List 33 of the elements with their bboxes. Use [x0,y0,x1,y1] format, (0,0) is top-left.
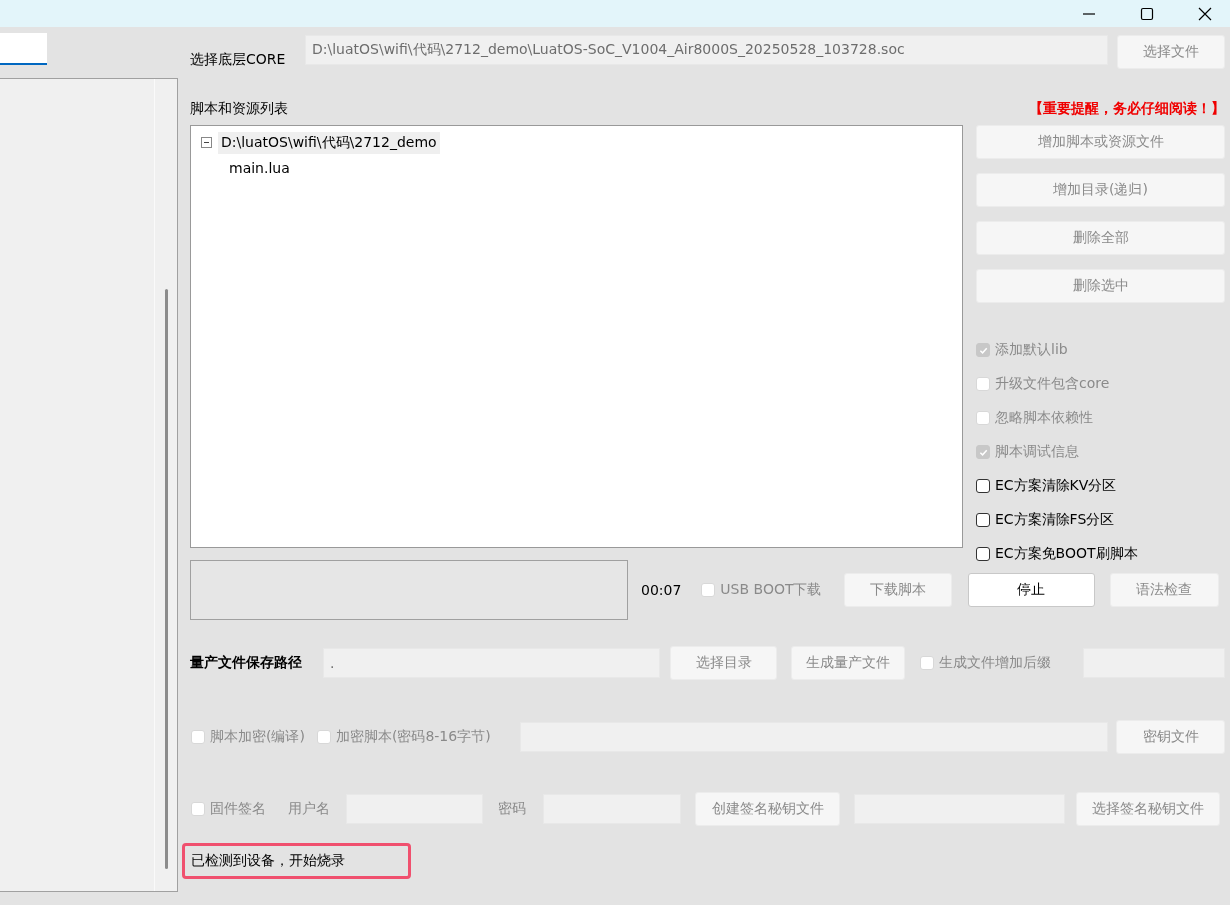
important-notice-link[interactable]: 【重要提醒，务必仔细阅读！】 [1029,100,1225,118]
tree-item[interactable]: D:\luatOS\wifi\代码\2712_demo [218,131,440,154]
checkbox-label: EC方案清除KV分区 [995,477,1117,495]
timer-text: 00:07 [641,582,682,598]
resource-list-label: 脚本和资源列表 [190,100,288,118]
checkbox-label: EC方案免BOOT刷脚本 [995,545,1138,563]
checkmark-icon [978,345,988,355]
checkbox-label: 加密脚本(密码8-16字节) [335,728,491,746]
scrollbar-thumb[interactable] [164,289,168,869]
checkbox[interactable] [976,513,990,527]
tree-item[interactable]: main.lua [226,157,293,178]
checkbox-label: 添加默认lib [995,341,1068,359]
checkbox-label: 脚本加密(编译) [210,728,305,746]
checkbox-label: 固件签名 [210,800,266,818]
input-field[interactable] [0,33,47,65]
expander-icon[interactable] [201,137,212,148]
status-message: 已检测到设备，开始烧录 [182,843,411,879]
username-label: 用户名 [288,800,331,818]
checkbox-label: 脚本调试信息 [995,443,1079,461]
checkbox-label: USB BOOT下载 [720,581,822,599]
stop-button[interactable]: 停止 [967,573,1095,607]
save-path-field[interactable]: . [323,648,660,678]
checkbox[interactable] [976,479,990,493]
checkbox-label: 生成文件增加后缀 [939,654,1051,672]
core-label: 选择底层CORE [190,51,287,69]
core-path-field[interactable]: D:\luatOS\wifi\代码\2712_demo\LuatOS-SoC_V1004_Air8000S_20250528_103728.soc [305,35,1108,65]
checkbox-label: EC方案清除FS分区 [995,511,1115,529]
checkbox-label: 忽略脚本依赖性 [995,409,1093,427]
password-label: 密码 [498,800,527,818]
save-path-label: 量产文件保存路径 [190,654,303,672]
checkbox-label: 升级文件包含core [995,375,1110,393]
checkmark-icon [978,447,988,457]
checkbox[interactable] [976,547,990,561]
